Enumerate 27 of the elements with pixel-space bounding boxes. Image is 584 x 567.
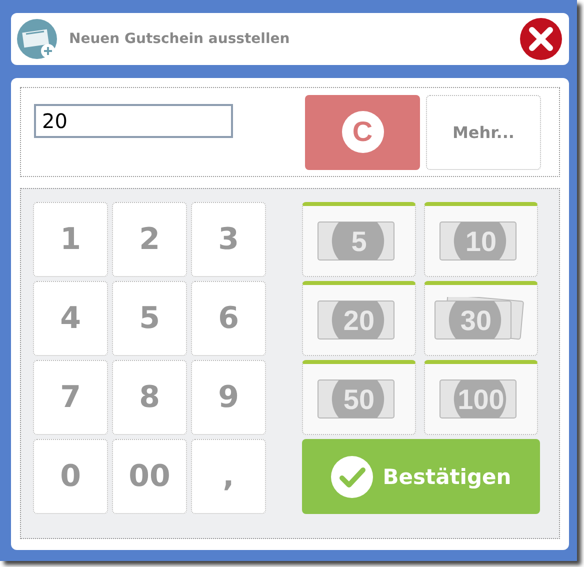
banknote-button[interactable]: 20 bbox=[302, 281, 416, 356]
close-icon[interactable] bbox=[519, 17, 563, 61]
voucher-icon bbox=[17, 19, 57, 59]
keypad-key[interactable]: 2 bbox=[112, 202, 187, 277]
more-button[interactable]: Mehr... bbox=[426, 94, 541, 170]
keypad-key[interactable]: 1 bbox=[33, 202, 108, 277]
keypad-key[interactable]: 9 bbox=[191, 360, 266, 435]
banknotes-icon bbox=[432, 297, 524, 341]
keypad-key[interactable]: 0 bbox=[33, 439, 108, 514]
banknote-button[interactable]: 100 bbox=[424, 360, 538, 435]
keypad-key[interactable]: 00 bbox=[112, 439, 187, 514]
banknote-button[interactable]: 5 bbox=[302, 202, 416, 277]
keypad-key[interactable]: 6 bbox=[191, 281, 266, 356]
banknote-button[interactable]: 50 bbox=[302, 360, 416, 435]
clear-button[interactable]: C bbox=[305, 94, 420, 170]
banknote-button[interactable]: 10 bbox=[424, 202, 538, 277]
keypad-key[interactable]: 8 bbox=[112, 360, 187, 435]
keypad-key[interactable]: 3 bbox=[191, 202, 266, 277]
keypad-key[interactable]: 4 bbox=[33, 281, 108, 356]
keypad-key[interactable]: , bbox=[191, 439, 266, 514]
keypad-key[interactable]: 7 bbox=[33, 360, 108, 435]
amount-field[interactable]: 20 bbox=[34, 104, 233, 138]
banknote-button[interactable]: 30 bbox=[424, 281, 538, 356]
check-icon bbox=[330, 456, 373, 498]
window-title: Neuen Gutschein ausstellen bbox=[69, 31, 291, 47]
confirm-button[interactable]: Bestätigen bbox=[302, 439, 540, 514]
keypad-key[interactable]: 5 bbox=[112, 281, 187, 356]
